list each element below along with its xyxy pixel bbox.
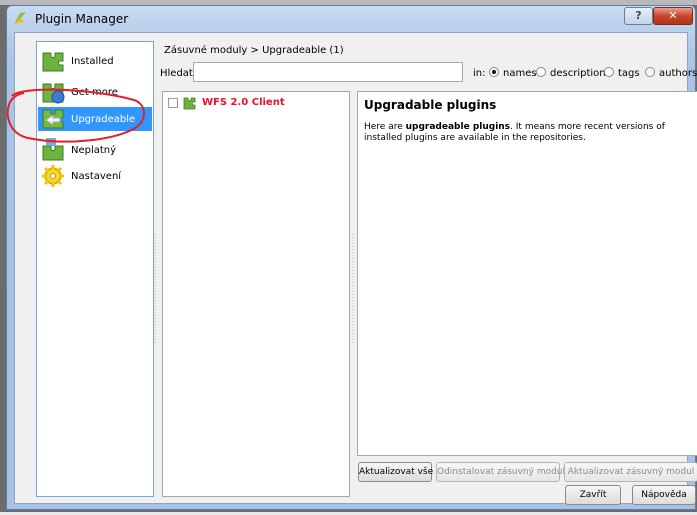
puzzle-plugin-icon [183,97,196,110]
help-button[interactable]: Nápověda [632,485,696,505]
plugin-list[interactable]: WFS 2.0 Client [162,91,350,497]
sidebar-item-settings[interactable]: Nastavení [38,164,152,188]
close-button[interactable]: Zavřít [565,485,621,505]
puzzle-installed-icon [42,52,64,72]
close-glyph: ✕ [668,9,678,22]
title-bar[interactable]: Plugin Manager ? ✕ [7,6,695,32]
sidebar-item-label: Upgradeable [71,114,136,125]
radio-descriptions-label: descriptions [550,68,611,79]
client-area: Installed Get more Upgradeable Neplatný … [14,32,697,505]
puzzle-get-more-icon [42,83,65,104]
qgis-logo-icon [14,12,26,24]
details-text: Here are upgradeable plugins. It means m… [364,122,689,144]
splitter-handle-left[interactable] [154,233,156,343]
radio-tags-button[interactable] [604,67,614,77]
search-label: Hledat [160,68,193,79]
plugin-checkbox[interactable] [168,98,178,108]
details-text-pre: Here are [364,122,406,132]
sidebar-item-upgradeable[interactable]: Upgradeable [38,107,152,131]
window-title: Plugin Manager [35,12,129,26]
radio-authors-label: authors [659,68,697,79]
radio-tags-label: tags [618,68,640,79]
upgrade-all-button[interactable]: Aktualizovat vše [358,462,433,482]
sidebar-item-installed[interactable]: Installed [38,49,152,73]
splitter-handle-middle[interactable] [352,233,354,343]
sidebar-item-get-more[interactable]: Get more [38,80,152,104]
filter-in-label: in: [473,68,486,79]
gear-settings-icon [42,165,64,187]
puzzle-invalid-icon [42,138,64,161]
radio-authors-button[interactable] [645,67,655,77]
details-text-bold: upgradeable plugins [405,122,511,132]
sidebar: Installed Get more Upgradeable Neplatný … [36,41,154,497]
radio-descriptions-button[interactable] [536,67,546,77]
uninstall-plugin-button[interactable]: Odinstalovat zásuvný modul [436,462,565,482]
radio-names-label: names [503,68,537,79]
radio-names-button[interactable] [489,67,499,77]
plugin-details-panel: Upgradable plugins Here are upgradeable … [357,91,697,456]
sidebar-item-label: Nastavení [71,171,122,182]
upgrade-plugin-button[interactable]: Aktualizovat zásuvný modul [564,462,697,482]
help-glyph: ? [635,9,642,22]
puzzle-upgradeable-icon [42,109,64,129]
sidebar-item-label: Neplatný [71,145,117,156]
sidebar-item-label: Get more [71,87,118,98]
list-item[interactable]: WFS 2.0 Client [165,95,347,111]
search-input[interactable] [193,62,463,82]
breadcrumb: Zásuvné moduly > Upgradeable (1) [164,45,344,56]
sidebar-item-label: Installed [71,56,114,67]
help-title-button[interactable]: ? [624,7,653,25]
plugin-manager-window: Plugin Manager ? ✕ Installed Get more Up… [6,5,697,510]
details-title: Upgradable plugins [364,98,497,112]
plugin-name: WFS 2.0 Client [202,97,285,108]
close-title-button[interactable]: ✕ [653,7,693,25]
sidebar-item-invalid[interactable]: Neplatný [38,138,152,162]
